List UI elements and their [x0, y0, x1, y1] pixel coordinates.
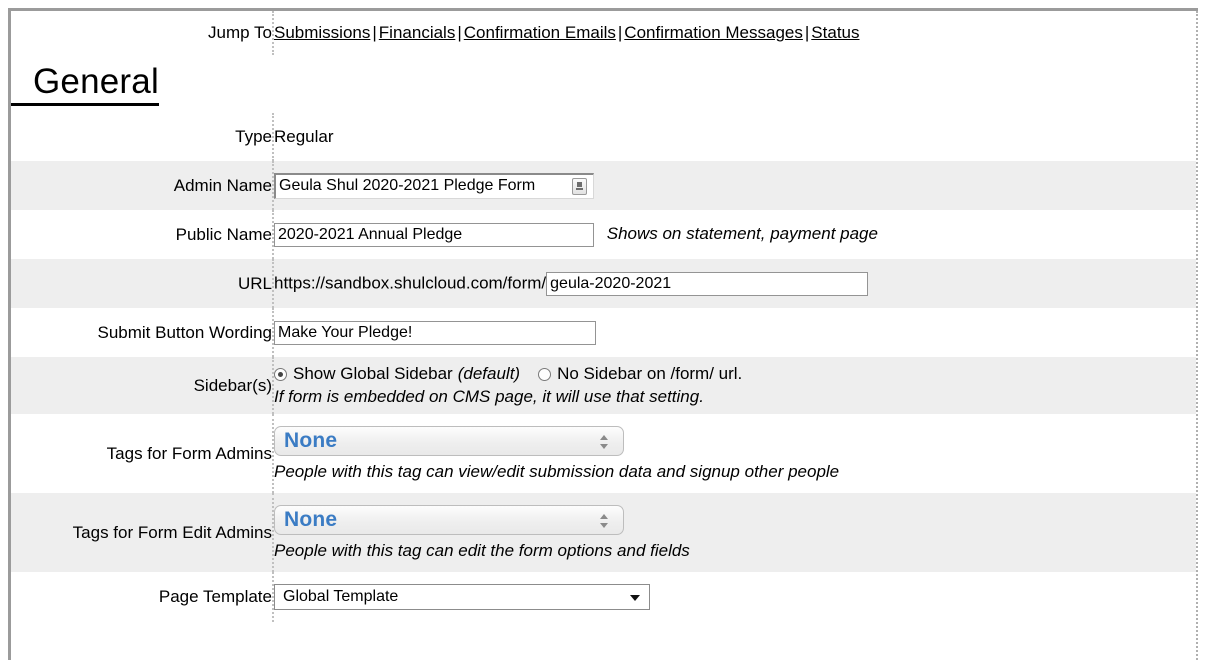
admin-name-label: Admin Name — [173, 175, 272, 195]
url-value-cell: https://sandbox.shulcloud.com/form/ — [273, 259, 1196, 308]
sidebar-option-global[interactable]: Show Global Sidebar (default) — [274, 364, 520, 384]
public-name-value-cell: Shows on statement, payment page — [273, 210, 1196, 259]
type-value: Regular — [274, 127, 334, 146]
url-label: URL — [237, 273, 272, 293]
sidebar-option-global-suffix: (default) — [457, 364, 521, 384]
sidebar-option-none[interactable]: No Sidebar on /form/ url. — [538, 364, 742, 384]
tags-form-admins-select[interactable]: None — [274, 425, 624, 456]
sidebar-label: Sidebar(s) — [193, 375, 272, 395]
section-heading-cell: General — [11, 55, 1196, 113]
submit-wording-input[interactable] — [274, 320, 596, 345]
tags-form-edit-admins-row: Tags for Form Edit Admins None People wi… — [11, 493, 1196, 572]
tags-form-admins-label-cell: Tags for Form Admins — [11, 414, 274, 493]
public-name-label: Public Name — [175, 224, 272, 244]
page-template-label-cell: Page Template — [11, 572, 274, 622]
submit-wording-row: Submit Button Wording — [11, 308, 1196, 357]
sidebar-radio-group: Show Global Sidebar (default) No Sidebar… — [274, 364, 1196, 384]
admin-name-row: Admin Name — [11, 161, 1196, 210]
page-template-selected-value: Global Template — [283, 588, 399, 605]
page-template-label: Page Template — [158, 587, 272, 607]
tags-form-edit-admins-selected-value: None — [284, 507, 338, 531]
chevron-updown-icon — [600, 513, 609, 529]
jump-to-label: Jump To — [208, 23, 272, 43]
page-template-value-cell: Global Template — [273, 572, 1196, 622]
public-name-hint: Shows on statement, payment page — [606, 223, 878, 243]
tags-form-edit-admins-label: Tags for Form Edit Admins — [72, 522, 272, 542]
chevron-down-icon — [630, 595, 640, 601]
chevron-updown-icon — [600, 434, 609, 450]
tags-form-edit-admins-hint: People with this tag can edit the form o… — [274, 540, 690, 560]
admin-name-value-cell — [273, 161, 1196, 210]
page-title: General — [11, 62, 159, 107]
page-template-row: Page Template Global Template — [11, 572, 1196, 622]
admin-name-label-cell: Admin Name — [11, 161, 274, 210]
jump-link-confirmation-messages[interactable]: Confirmation Messages — [624, 23, 803, 42]
tags-form-admins-value-cell: None People with this tag can view/edit … — [273, 414, 1196, 493]
tags-form-admins-label: Tags for Form Admins — [106, 443, 272, 463]
admin-name-input-wrapper — [274, 172, 594, 199]
jump-link-separator-1: | — [372, 23, 377, 42]
sidebar-row: Sidebar(s) Show Global Sidebar (default) — [11, 357, 1196, 414]
jump-link-financials[interactable]: Financials — [379, 23, 456, 42]
spinner-icon[interactable] — [572, 177, 587, 195]
jump-to-label-cell: Jump To — [11, 11, 274, 55]
radio-unchecked-icon[interactable] — [538, 367, 552, 381]
url-slug-input[interactable] — [546, 271, 869, 296]
sidebar-value-cell: Show Global Sidebar (default) No Sidebar… — [273, 357, 1196, 414]
type-value-cell: Regular — [273, 113, 1196, 161]
general-settings-table: Jump To Submissions | Financials | Confirmat… — [11, 11, 1196, 622]
jump-link-confirmation-emails[interactable]: Confirmation Emails — [464, 23, 616, 42]
url-row: URL https://sandbox.shulcloud.com/form/ — [11, 259, 1196, 308]
tags-form-admins-selected-value: None — [284, 428, 338, 452]
admin-name-input[interactable] — [274, 172, 594, 199]
tags-form-edit-admins-value-cell: None People with this tag can edit the f… — [273, 493, 1196, 572]
submit-wording-label-cell: Submit Button Wording — [11, 308, 274, 357]
url-label-cell: URL — [11, 259, 274, 308]
jump-link-status[interactable]: Status — [811, 23, 859, 42]
public-name-input[interactable] — [274, 222, 594, 247]
sidebar-option-global-label: Show Global Sidebar — [293, 364, 453, 384]
tags-form-admins-hint: People with this tag can view/edit submi… — [274, 461, 840, 481]
sidebar-label-cell: Sidebar(s) — [11, 357, 274, 414]
jump-link-submissions[interactable]: Submissions — [274, 23, 370, 42]
public-name-row: Public Name Shows on statement, payment … — [11, 210, 1196, 259]
page-template-select[interactable]: Global Template — [274, 584, 650, 610]
settings-panel: Jump To Submissions | Financials | Confirmat… — [11, 11, 1198, 660]
page-frame: Jump To Submissions | Financials | Confirmat… — [8, 8, 1198, 660]
public-name-label-cell: Public Name — [11, 210, 274, 259]
jump-to-row: Jump To Submissions | Financials | Confirmat… — [11, 11, 1196, 55]
jump-to-links-cell: Submissions | Financials | Confirmation Emai… — [273, 11, 1196, 55]
type-row: Type Regular — [11, 113, 1196, 161]
url-prefix: https://sandbox.shulcloud.com/form/ — [274, 272, 547, 292]
tags-form-admins-row: Tags for Form Admins None People with th… — [11, 414, 1196, 493]
section-heading-row: General — [11, 55, 1196, 113]
jump-link-separator-2: | — [457, 23, 462, 42]
type-label-cell: Type — [11, 113, 274, 161]
submit-wording-label: Submit Button Wording — [97, 322, 273, 342]
tags-form-edit-admins-select[interactable]: None — [274, 504, 624, 535]
radio-checked-icon[interactable] — [274, 367, 287, 381]
sidebar-option-none-label: No Sidebar on /form/ url. — [557, 364, 743, 384]
sidebar-note: If form is embedded on CMS page, it will… — [274, 386, 704, 406]
tags-form-edit-admins-label-cell: Tags for Form Edit Admins — [11, 493, 274, 572]
type-label: Type — [235, 127, 272, 147]
jump-to-links: Submissions | Financials | Confirmation Emai… — [274, 23, 860, 42]
submit-wording-value-cell — [273, 308, 1196, 357]
